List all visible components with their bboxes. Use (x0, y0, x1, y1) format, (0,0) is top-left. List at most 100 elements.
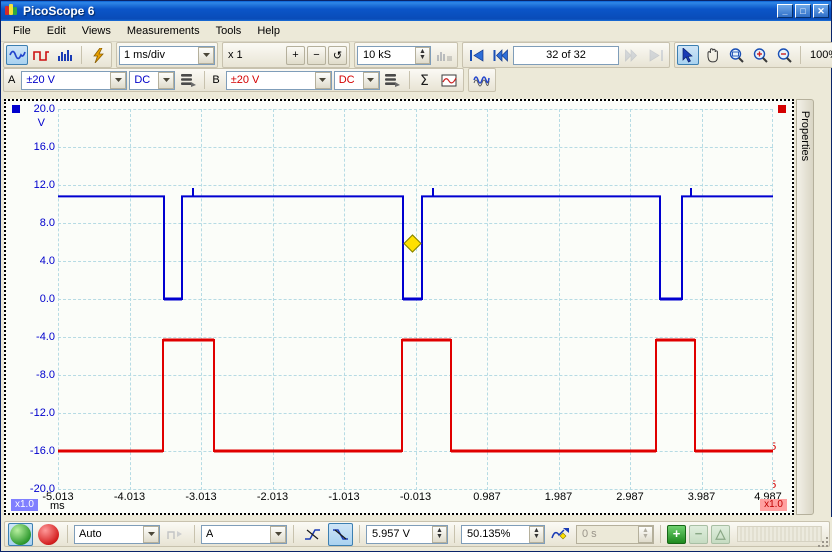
remove-measurement-button[interactable]: − (689, 525, 708, 544)
start-capture-button[interactable] (8, 523, 33, 546)
trigger-level-value: 5.957 V (372, 528, 410, 540)
hand-tool-button[interactable] (701, 45, 723, 65)
x-axis-tick: -0.013 (400, 491, 431, 503)
trigger-source-combo[interactable]: A (201, 525, 287, 544)
trigger-setup-button[interactable] (87, 45, 109, 65)
menu-item-tools[interactable]: Tools (208, 23, 250, 39)
magnifier-minus-icon (777, 48, 792, 63)
buffer-first-button[interactable] (465, 45, 487, 65)
scope-mode-button[interactable] (6, 45, 28, 65)
main-toolbar: 1 ms/div x 1 + − ↺ 10 kS ▲▼ (1, 42, 831, 68)
buffer-navigation-group: 32 of 32 (462, 42, 670, 68)
sample-count-spinner[interactable]: 10 kS ▲▼ (357, 46, 431, 65)
menu-item-file[interactable]: File (5, 23, 39, 39)
toolbar-separator (81, 46, 82, 64)
channel-b-coupling-value: DC (339, 74, 355, 86)
maximize-button[interactable]: □ (795, 4, 811, 18)
buffer-last-button[interactable] (645, 45, 667, 65)
trigger-falling-edge-button[interactable] (328, 523, 353, 546)
go-last-icon (649, 49, 664, 62)
channel-a-range-combo[interactable]: ±20 V (21, 71, 127, 90)
x-axis-tick: -1.013 (328, 491, 359, 503)
channel-a-options-button[interactable] (177, 70, 199, 90)
channel-b-label: B (210, 74, 223, 86)
channel-b-coupling-combo[interactable]: DC (334, 71, 380, 90)
chevron-down-icon[interactable] (363, 72, 379, 89)
title-bar: PicoScope 6 _ □ ✕ (1, 1, 831, 21)
channel-b-range-combo[interactable]: ±20 V (226, 71, 332, 90)
menu-item-views[interactable]: Views (74, 23, 119, 39)
toolbar-separator (204, 71, 205, 89)
chevron-down-icon[interactable] (110, 72, 126, 89)
advanced-trigger-button[interactable] (163, 523, 188, 546)
pointer-tool-button[interactable] (677, 45, 699, 65)
spectrum-options-button[interactable] (433, 45, 455, 65)
trigger-delay-button[interactable] (548, 523, 573, 546)
zoom-factor-group: x 1 + − ↺ (222, 42, 350, 68)
measurement-panel-button[interactable]: △ (711, 525, 730, 544)
zoom-factor-increase-button[interactable]: + (286, 46, 305, 65)
channel-a-coupling-combo[interactable]: DC (129, 71, 175, 90)
spinner-arrows-icon[interactable]: ▲▼ (638, 526, 653, 543)
scope-view[interactable]: 20.0 V 16.0 12.0 8.0 4.0 0.0 -4.0 -8.0 -… (4, 99, 794, 515)
start-capture-icon (10, 524, 31, 545)
go-previous-icon (493, 49, 508, 62)
trigger-mode-combo[interactable]: Auto (74, 525, 160, 544)
timebase-combo[interactable]: 1 ms/div (119, 46, 215, 65)
plus-icon: + (673, 526, 681, 542)
sample-count-value: 10 kS (363, 49, 391, 61)
minus-icon: − (695, 526, 703, 542)
trigger-rising-edge-button[interactable] (300, 523, 325, 546)
menu-item-measurements[interactable]: Measurements (119, 23, 208, 39)
status-separator (660, 525, 661, 543)
menu-item-help[interactable]: Help (249, 23, 288, 39)
zoom-out-tool-button[interactable] (773, 45, 795, 65)
chevron-down-icon[interactable] (315, 72, 331, 89)
chevron-down-icon[interactable] (143, 526, 159, 543)
zoom-in-tool-button[interactable] (749, 45, 771, 65)
trigger-level-spinner[interactable]: 5.957 V ▲▼ (366, 525, 448, 544)
status-separator (194, 525, 195, 543)
zoom-factor-decrease-button[interactable]: − (307, 46, 326, 65)
math-channel-button[interactable]: Σ (415, 70, 437, 90)
left-axis-tick: 20.0 (34, 103, 55, 115)
undo-arrow-icon: ↺ (333, 49, 342, 62)
digital-mode-button[interactable] (30, 45, 52, 65)
buffer-position-readout: 32 of 32 (513, 46, 619, 65)
zoom-window-tool-button[interactable] (725, 45, 747, 65)
pointer-arrow-icon (682, 48, 695, 63)
reference-waveform-button[interactable] (439, 70, 461, 90)
rising-edge-icon (304, 527, 321, 542)
add-measurement-button[interactable]: + (667, 525, 686, 544)
timebase-value: 1 ms/div (124, 49, 165, 61)
resize-grip-icon[interactable] (818, 537, 830, 549)
properties-tab[interactable]: Properties (796, 99, 814, 515)
buffer-next-button[interactable] (621, 45, 643, 65)
falling-edge-icon (332, 527, 349, 542)
square-wave-icon (33, 49, 50, 62)
chevron-down-icon[interactable] (270, 526, 286, 543)
minimize-button[interactable]: _ (777, 4, 793, 18)
zoom-factor-reset-button[interactable]: ↺ (328, 46, 347, 65)
close-button[interactable]: ✕ (813, 4, 829, 18)
pretrigger-percent-value: 50.135% (467, 528, 510, 540)
spinner-arrows-icon[interactable]: ▲▼ (529, 526, 544, 543)
measurement-scroll-strip[interactable] (737, 526, 822, 542)
menu-item-edit[interactable]: Edit (39, 23, 74, 39)
trigger-source-value: A (206, 528, 213, 540)
status-separator (359, 525, 360, 543)
spinner-arrows-icon[interactable]: ▲▼ (415, 47, 430, 64)
channel-a-coupling-value: DC (134, 74, 150, 86)
buffer-previous-button[interactable] (489, 45, 511, 65)
chevron-down-icon[interactable] (198, 47, 214, 64)
channel-b-options-button[interactable] (382, 70, 404, 90)
spinner-arrows-icon[interactable]: ▲▼ (432, 526, 447, 543)
trigger-status-bar: Auto A (1, 517, 832, 551)
chevron-down-icon[interactable] (158, 72, 174, 89)
pretrigger-percent-spinner[interactable]: 50.135% ▲▼ (461, 525, 545, 544)
mask-limit-button[interactable] (471, 70, 493, 90)
trigger-delay-field[interactable]: 0 s ▲▼ (576, 525, 654, 544)
stop-capture-button[interactable] (36, 523, 61, 546)
waveform-plot[interactable] (58, 109, 773, 490)
spectrum-mode-button[interactable] (54, 45, 76, 65)
